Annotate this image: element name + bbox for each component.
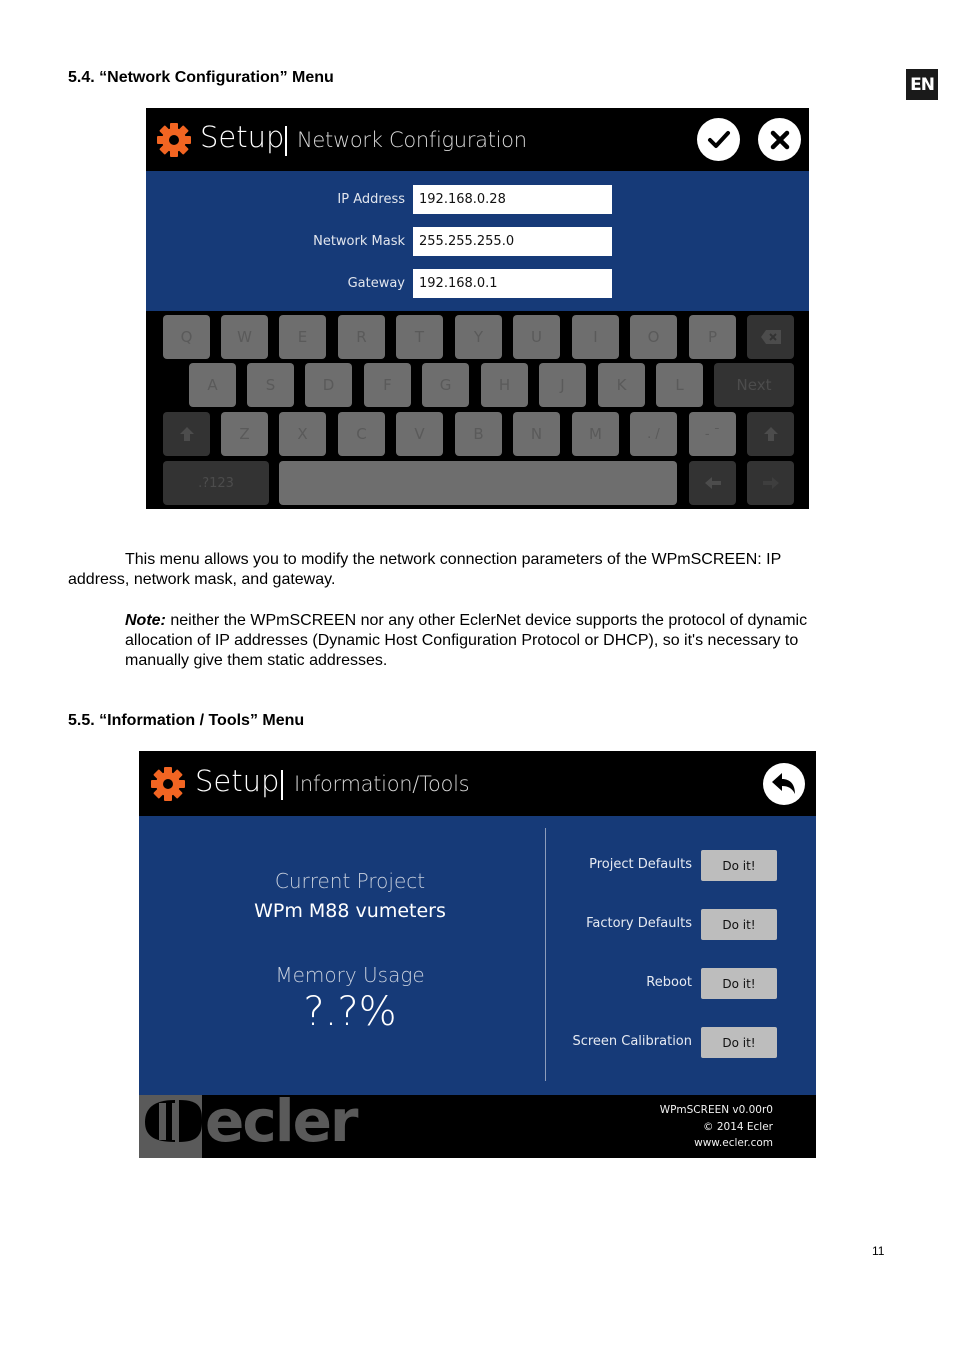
- section-heading-network-configuration: 5.4. “Network Configuration” Menu: [68, 69, 334, 86]
- next-key[interactable]: Next: [714, 363, 794, 407]
- key[interactable]: I: [572, 315, 619, 359]
- reboot-button[interactable]: Do it!: [701, 968, 777, 999]
- header-bar: Setup Network Configuration: [146, 108, 809, 171]
- back-arrow-circle-icon: [772, 773, 795, 794]
- gear-icon: [157, 123, 191, 157]
- website-text: www.ecler.com: [694, 1137, 773, 1149]
- project-defaults-button[interactable]: Do it!: [701, 850, 777, 881]
- dash-key[interactable]: - ¯: [689, 412, 736, 456]
- check-circle-icon: [707, 130, 730, 148]
- screen-calibration-button[interactable]: Do it!: [701, 1027, 777, 1058]
- header-bar: Setup Information/Tools: [139, 751, 816, 816]
- note-label: Note:: [125, 612, 166, 629]
- shift-icon: [763, 427, 778, 441]
- key[interactable]: A: [189, 363, 236, 407]
- memory-usage-value: ?.?%: [303, 989, 397, 1035]
- key[interactable]: V: [396, 412, 443, 456]
- shift-icon: [179, 427, 194, 441]
- key[interactable]: E: [279, 315, 326, 359]
- symbols-key[interactable]: .?123: [163, 461, 269, 505]
- shift-key-left[interactable]: [163, 412, 210, 456]
- language-badge: EN: [906, 69, 938, 100]
- reboot-label: Reboot: [646, 975, 692, 990]
- key[interactable]: P: [689, 315, 736, 359]
- information-tools-screen: Setup Information/Tools Current Project …: [139, 751, 816, 1158]
- version-text: WPmSCREEN v0.00r0: [659, 1104, 773, 1116]
- key[interactable]: Q: [163, 315, 210, 359]
- arrow-right-icon: [762, 477, 779, 489]
- space-key[interactable]: [279, 461, 677, 505]
- setup-title: Setup: [200, 120, 285, 154]
- current-project-label: Current Project: [274, 869, 426, 893]
- description-line-1: This menu allows you to modify the netwo…: [125, 551, 782, 568]
- network-configuration-screen: Setup Network Configuration IP Address N…: [146, 108, 809, 509]
- screen-subtitle: Information/Tools: [294, 772, 470, 796]
- key[interactable]: J: [539, 363, 586, 407]
- note-line-3: manually give them static addresses.: [125, 652, 388, 669]
- key[interactable]: N: [513, 412, 560, 456]
- backspace-icon: [760, 330, 781, 344]
- close-circle-icon: [770, 130, 789, 149]
- cursor-right-key[interactable]: [747, 461, 794, 505]
- information-panel: Current Project WPm M88 vumeters Memory …: [139, 816, 816, 1095]
- gateway-label: Gateway: [347, 276, 405, 291]
- key[interactable]: Y: [455, 315, 502, 359]
- screen-calibration-label: Screen Calibration: [572, 1034, 692, 1049]
- shift-key-right[interactable]: [747, 412, 794, 456]
- factory-defaults-label: Factory Defaults: [586, 916, 692, 931]
- key[interactable]: C: [338, 412, 385, 456]
- key[interactable]: M: [572, 412, 619, 456]
- confirm-button[interactable]: [697, 118, 740, 161]
- key[interactable]: H: [481, 363, 528, 407]
- ip-address-input[interactable]: [413, 185, 612, 214]
- cursor-left-key[interactable]: [689, 461, 736, 505]
- title-separator: [281, 770, 283, 800]
- footer-info: WPmSCREEN v0.00r0 © 2014 Ecler www.ecler…: [573, 1102, 773, 1152]
- note-line-1: Note: neither the WPmSCREEN nor any othe…: [125, 611, 807, 631]
- network-mask-label: Network Mask: [313, 234, 405, 249]
- page-number: 11: [872, 1244, 885, 1258]
- setup-title: Setup: [195, 764, 280, 798]
- network-form-panel: IP Address Network Mask Gateway: [146, 171, 809, 311]
- on-screen-keyboard: Q W E R T Y U I O P A S D F G H J K L Ne…: [146, 311, 809, 509]
- dot-slash-key[interactable]: . /: [630, 412, 677, 456]
- key[interactable]: F: [364, 363, 411, 407]
- title-separator: [285, 126, 287, 156]
- key[interactable]: R: [338, 315, 385, 359]
- factory-defaults-button[interactable]: Do it!: [701, 909, 777, 940]
- key[interactable]: G: [422, 363, 469, 407]
- memory-usage-label: Memory Usage: [275, 963, 425, 987]
- key[interactable]: K: [598, 363, 645, 407]
- ip-address-label: IP Address: [337, 192, 405, 207]
- key[interactable]: Z: [221, 412, 268, 456]
- gateway-input[interactable]: [413, 269, 612, 298]
- logo-text: ecler: [205, 1095, 359, 1155]
- footer-bar: ecler WPmSCREEN v0.00r0 © 2014 Ecler www…: [139, 1095, 816, 1158]
- key[interactable]: S: [247, 363, 294, 407]
- key[interactable]: O: [630, 315, 677, 359]
- gear-icon: [151, 767, 185, 801]
- copyright-text: © 2014 Ecler: [703, 1120, 773, 1133]
- arrow-left-icon: [704, 477, 721, 489]
- section-heading-information-tools: 5.5. “Information / Tools” Menu: [68, 712, 305, 729]
- back-button[interactable]: [763, 763, 805, 805]
- project-defaults-label: Project Defaults: [589, 857, 692, 872]
- key[interactable]: B: [455, 412, 502, 456]
- key[interactable]: D: [305, 363, 352, 407]
- key[interactable]: U: [513, 315, 560, 359]
- ecler-logo: ecler: [139, 1095, 361, 1158]
- note-text: neither the WPmSCREEN nor any other Ecle…: [165, 612, 808, 629]
- note-line-2: allocation of IP addresses (Dynamic Host…: [125, 632, 799, 649]
- screen-subtitle: Network Configuration: [297, 128, 527, 152]
- backspace-key[interactable]: [747, 315, 794, 359]
- cancel-button[interactable]: [758, 118, 801, 161]
- description-line-2: address, network mask, and gateway.: [68, 571, 336, 588]
- key[interactable]: W: [221, 315, 268, 359]
- current-project-value: WPm M88 vumeters: [254, 900, 446, 922]
- key[interactable]: T: [396, 315, 443, 359]
- key[interactable]: L: [656, 363, 703, 407]
- network-mask-input[interactable]: [413, 227, 612, 256]
- key[interactable]: X: [279, 412, 326, 456]
